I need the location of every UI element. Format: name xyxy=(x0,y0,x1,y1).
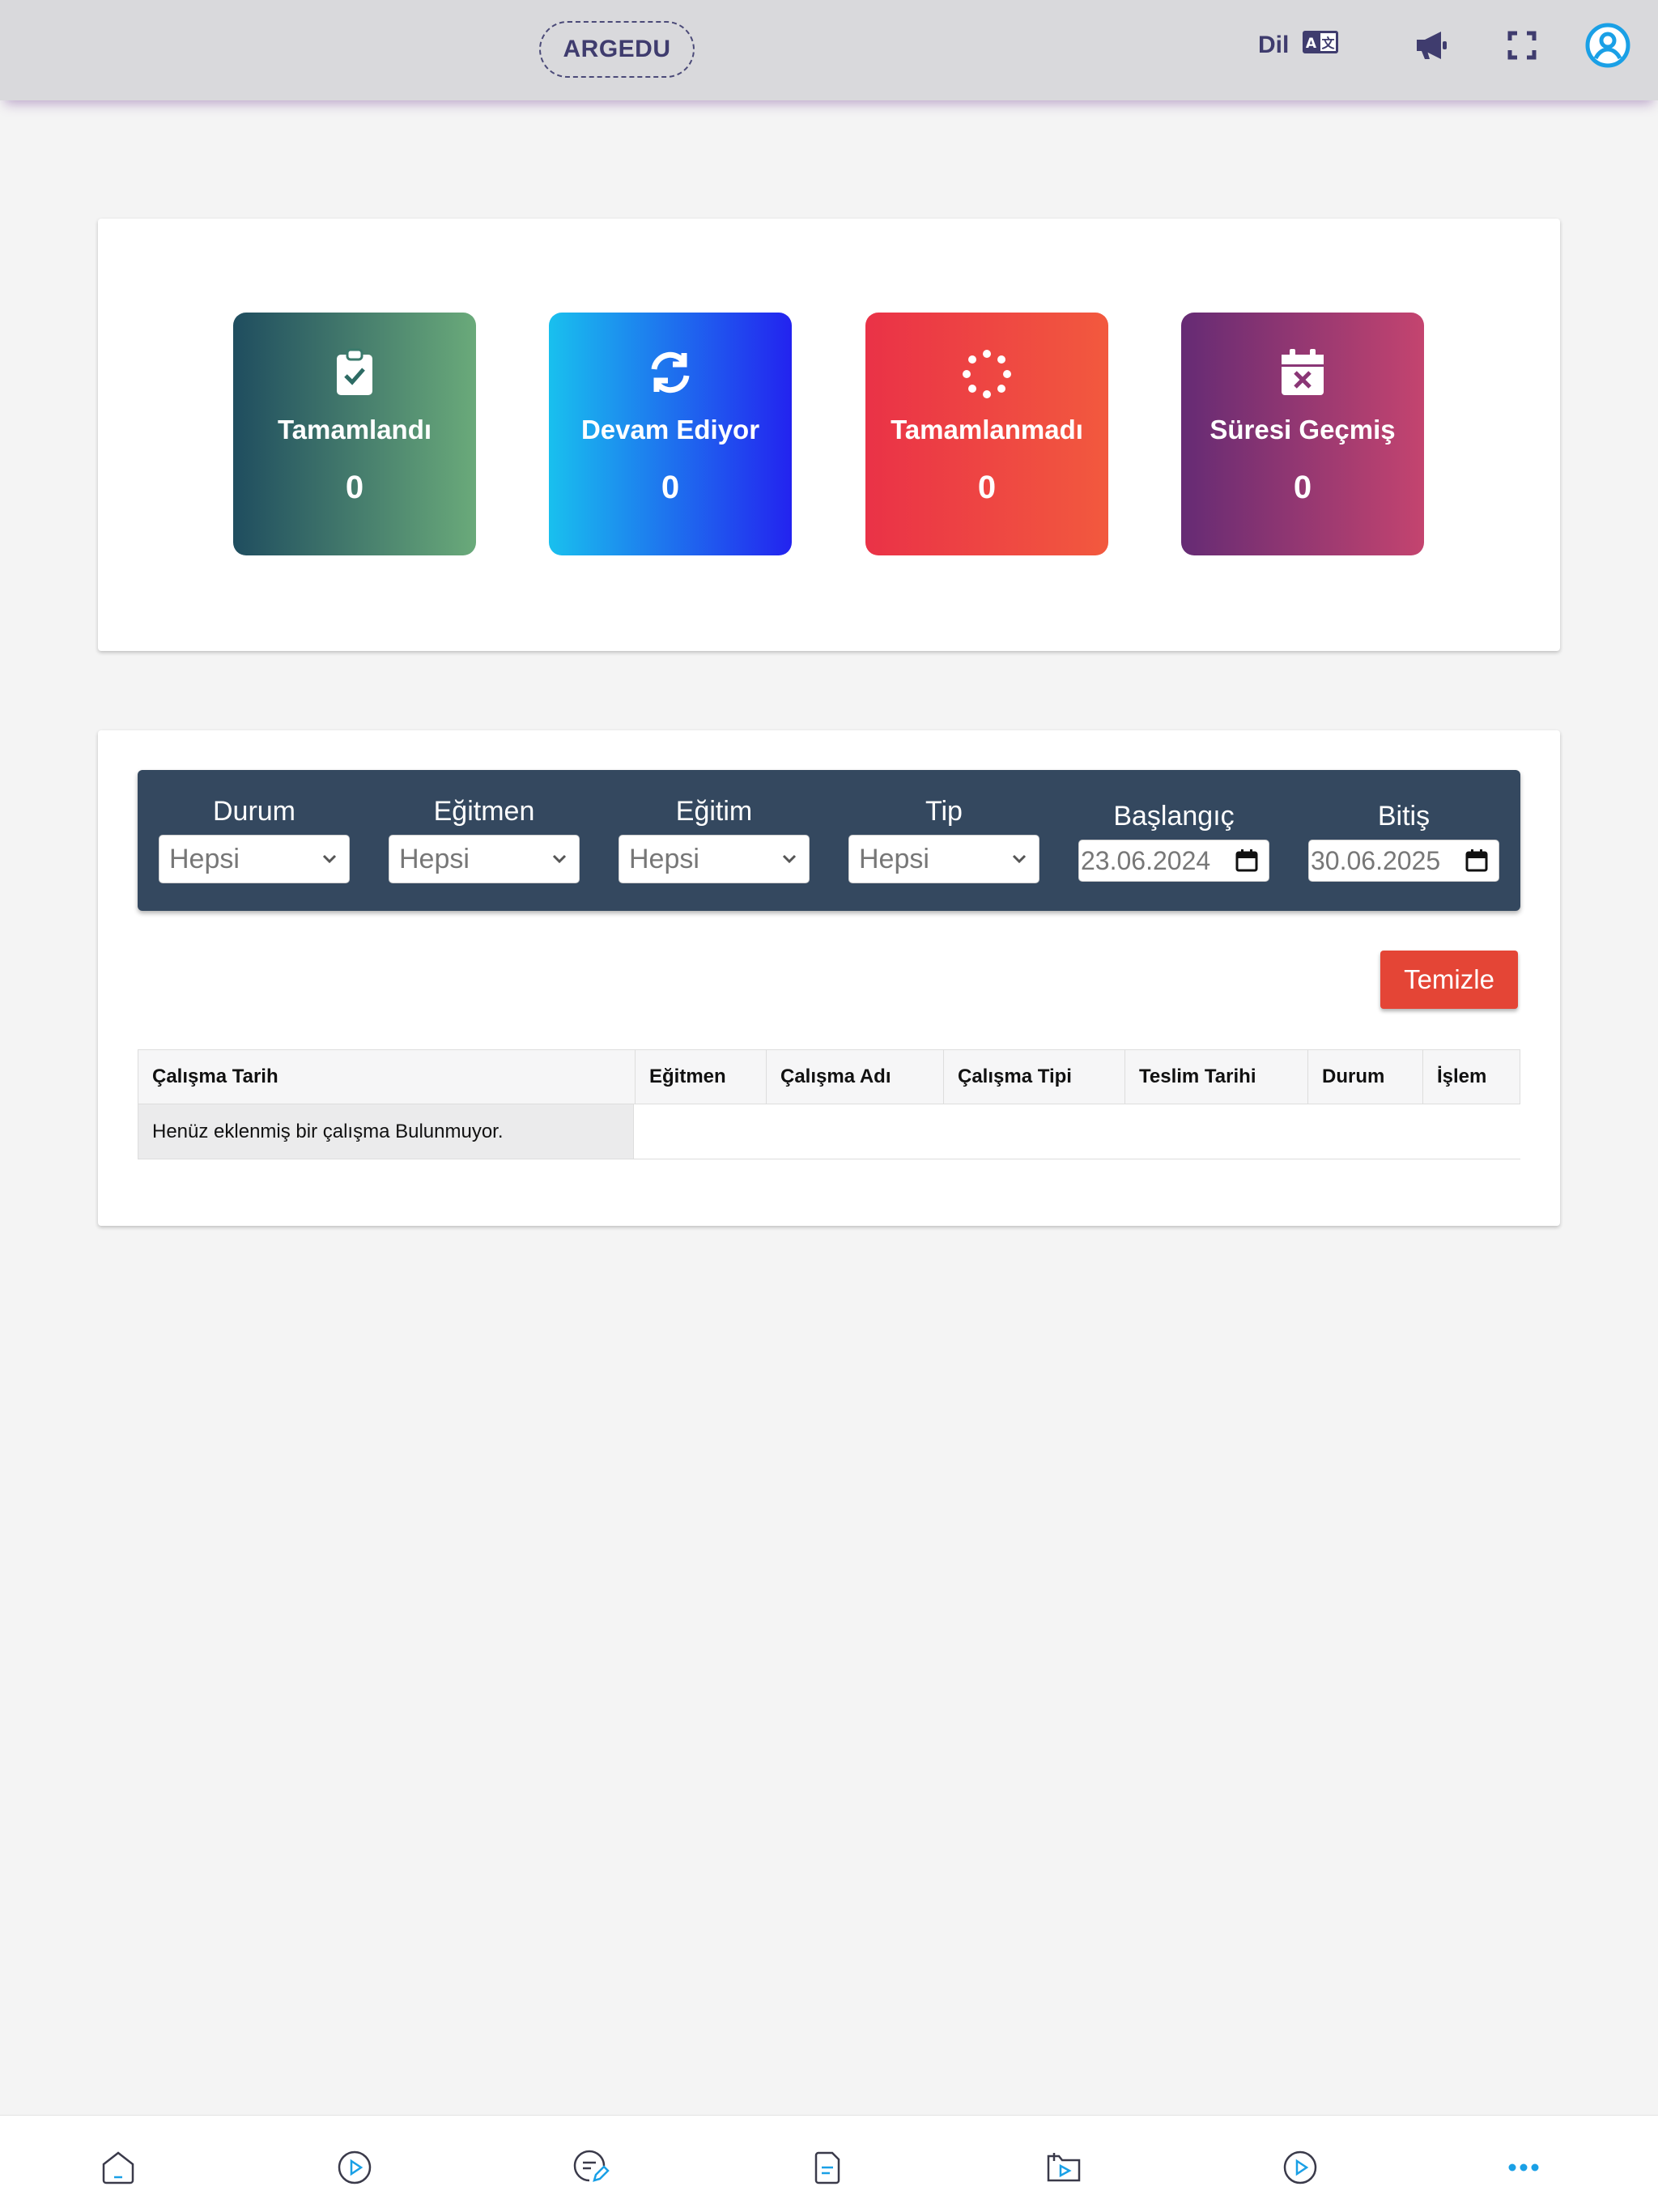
start-date-input[interactable]: 23.06.2024 xyxy=(1078,840,1269,882)
durum-select[interactable]: Hepsi xyxy=(159,835,350,883)
stat-not-completed[interactable]: Tamamlanmadı 0 xyxy=(865,313,1108,555)
user-circle-icon[interactable] xyxy=(1585,23,1630,68)
select-value: Hepsi xyxy=(629,843,699,874)
chevron-down-icon xyxy=(552,854,567,864)
stat-value: 0 xyxy=(977,470,997,505)
play-circle-icon[interactable] xyxy=(1279,2146,1321,2189)
document-icon[interactable] xyxy=(806,2146,848,2189)
top-header: ARGEDU Dil A 文 xyxy=(0,0,1658,100)
svg-text:文: 文 xyxy=(1322,36,1336,51)
translate-icon: A 文 xyxy=(1302,30,1339,61)
select-value: Hepsi xyxy=(169,843,240,874)
stat-expired[interactable]: Süresi Geçmiş 0 xyxy=(1181,313,1424,555)
play-circle-icon[interactable] xyxy=(334,2146,376,2189)
stat-completed[interactable]: Tamamlandı 0 xyxy=(233,313,476,555)
filter-bar: Durum Hepsi Eğitmen Hepsi Eğitim Hepsi T… xyxy=(138,770,1520,911)
egitmen-select[interactable]: Hepsi xyxy=(389,835,580,883)
filter-label: Bitiş xyxy=(1377,801,1431,832)
calendar-icon[interactable] xyxy=(1235,849,1259,873)
filter-egitmen: Eğitmen Hepsi xyxy=(389,770,580,911)
stat-label: Tamamlandı xyxy=(277,415,432,445)
filter-label: Eğitmen xyxy=(433,796,535,827)
date-value: 23.06.2024 xyxy=(1081,845,1211,875)
filter-egitim: Eğitim Hepsi xyxy=(619,770,810,911)
filter-bitis: Bitiş 30.06.2025 xyxy=(1308,770,1499,911)
stat-label: Süresi Geçmiş xyxy=(1209,415,1396,445)
stat-in-progress[interactable]: Devam Ediyor 0 xyxy=(549,313,792,555)
filter-durum: Durum Hepsi xyxy=(159,770,350,911)
filter-label: Eğitim xyxy=(675,796,753,827)
egitim-select[interactable]: Hepsi xyxy=(619,835,810,883)
video-folder-icon[interactable] xyxy=(1043,2146,1085,2189)
stat-value: 0 xyxy=(661,470,680,505)
sync-icon xyxy=(549,348,792,400)
bottom-navigation xyxy=(0,2115,1658,2212)
column-header[interactable]: Durum xyxy=(1307,1050,1422,1104)
calendar-icon[interactable] xyxy=(1465,849,1489,873)
end-date-input[interactable]: 30.06.2025 xyxy=(1308,840,1499,882)
filter-label: Durum xyxy=(212,796,296,827)
stat-label: Tamamlanmadı xyxy=(891,415,1083,445)
column-header[interactable]: Eğitmen xyxy=(635,1050,766,1104)
table-row: Henüz eklenmiş bir çalışma Bulunmuyor. xyxy=(138,1104,1520,1159)
column-header[interactable]: İşlem xyxy=(1422,1050,1520,1104)
clipboard-check-icon xyxy=(233,348,476,400)
filter-tip: Tip Hepsi xyxy=(848,770,1039,911)
stat-value: 0 xyxy=(345,470,364,505)
works-card: Durum Hepsi Eğitmen Hepsi Eğitim Hepsi T… xyxy=(98,730,1560,1226)
more-icon[interactable] xyxy=(1503,2146,1545,2189)
home-icon[interactable] xyxy=(97,2146,139,2189)
stat-value: 0 xyxy=(1293,470,1312,505)
select-value: Hepsi xyxy=(399,843,470,874)
edit-note-icon[interactable] xyxy=(570,2146,612,2189)
megaphone-icon[interactable] xyxy=(1409,23,1454,68)
spinner-icon xyxy=(865,348,1108,400)
stats-card: Tamamlandı 0 Devam Ediyor 0 Tamamlanmadı… xyxy=(98,219,1560,651)
column-header[interactable]: Çalışma Tarih xyxy=(138,1050,635,1104)
chevron-down-icon xyxy=(782,854,797,864)
column-header[interactable]: Çalışma Tipi xyxy=(943,1050,1124,1104)
brand-logo[interactable]: ARGEDU xyxy=(539,21,695,78)
date-value: 30.06.2025 xyxy=(1311,845,1441,875)
filter-label: Tip xyxy=(925,796,963,827)
filter-label: Başlangıç xyxy=(1113,801,1235,832)
fullscreen-icon[interactable] xyxy=(1499,23,1545,68)
language-label: Dil xyxy=(1258,32,1290,58)
svg-text:A: A xyxy=(1306,36,1317,52)
empty-table-message: Henüz eklenmiş bir çalışma Bulunmuyor. xyxy=(138,1104,634,1159)
column-header[interactable]: Teslim Tarihi xyxy=(1124,1050,1307,1104)
chevron-down-icon xyxy=(1012,854,1027,864)
calendar-x-icon xyxy=(1181,348,1424,400)
stat-label: Devam Ediyor xyxy=(580,415,760,445)
chevron-down-icon xyxy=(322,854,337,864)
language-selector[interactable]: Dil A 文 xyxy=(1258,24,1339,66)
select-value: Hepsi xyxy=(859,843,929,874)
clear-filters-button[interactable]: Temizle xyxy=(1380,951,1518,1009)
table-header: Çalışma Tarih Eğitmen Çalışma Adı Çalışm… xyxy=(138,1049,1520,1104)
filter-baslangic: Başlangıç 23.06.2024 xyxy=(1078,770,1269,911)
column-header[interactable]: Çalışma Adı xyxy=(766,1050,943,1104)
tip-select[interactable]: Hepsi xyxy=(848,835,1039,883)
